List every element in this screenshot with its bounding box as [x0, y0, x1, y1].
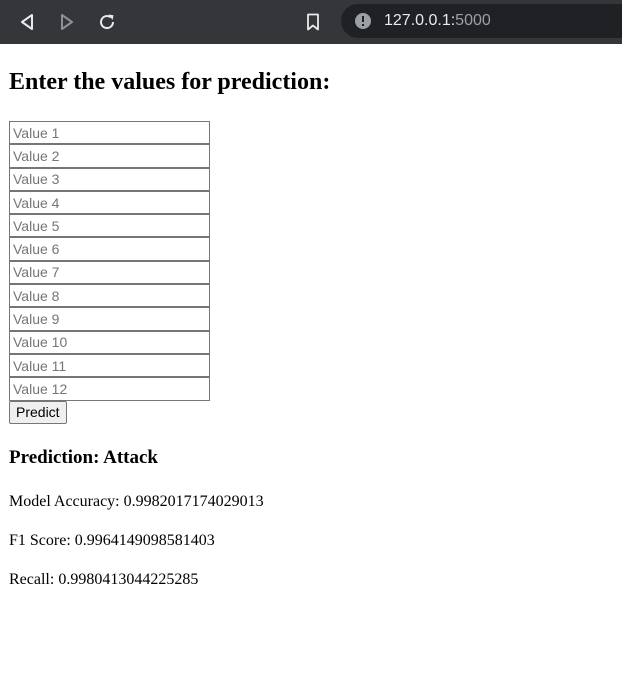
url-host: 127.0.0.1: — [384, 12, 456, 29]
model-accuracy: Model Accuracy: 0.9982017174029013 — [9, 492, 264, 510]
forward-arrow-icon — [61, 14, 73, 30]
value-4-input[interactable] — [9, 190, 210, 215]
value-1-input[interactable] — [9, 121, 210, 145]
site-info-icon[interactable] — [355, 13, 371, 29]
bookmark-button[interactable] — [300, 9, 326, 35]
url-port: 5000 — [455, 12, 491, 29]
value-2-input[interactable] — [9, 144, 210, 168]
value-11-input[interactable] — [9, 353, 210, 378]
page-title: Enter the values for prediction: — [9, 69, 331, 95]
f1-score: F1 Score: 0.9964149098581403 — [9, 531, 215, 549]
browser-toolbar: 127.0.0.1:5000 — [0, 0, 622, 44]
value-6-input[interactable] — [9, 237, 210, 261]
address-bar[interactable]: 127.0.0.1:5000 — [341, 4, 622, 38]
value-5-input[interactable] — [9, 214, 210, 238]
prediction-result: Prediction: Attack — [9, 446, 158, 468]
value-3-input[interactable] — [9, 167, 210, 191]
predict-button[interactable]: Predict — [9, 400, 67, 424]
back-arrow-icon — [21, 14, 33, 30]
value-12-input[interactable] — [9, 377, 210, 401]
forward-button[interactable] — [54, 9, 80, 35]
url-text: 127.0.0.1:5000 — [384, 12, 491, 30]
back-button[interactable] — [14, 9, 40, 35]
page-content: Enter the values for prediction: Predict… — [0, 44, 622, 589]
reload-button[interactable] — [94, 9, 120, 35]
value-9-input[interactable] — [9, 307, 210, 331]
reload-icon — [100, 14, 115, 30]
recall-score: Recall: 0.9980413044225285 — [9, 570, 199, 588]
value-7-input[interactable] — [9, 260, 210, 285]
value-8-input[interactable] — [9, 284, 210, 308]
bookmark-icon — [307, 13, 319, 31]
value-10-input[interactable] — [9, 330, 210, 354]
prediction-form: Predict — [9, 121, 613, 424]
